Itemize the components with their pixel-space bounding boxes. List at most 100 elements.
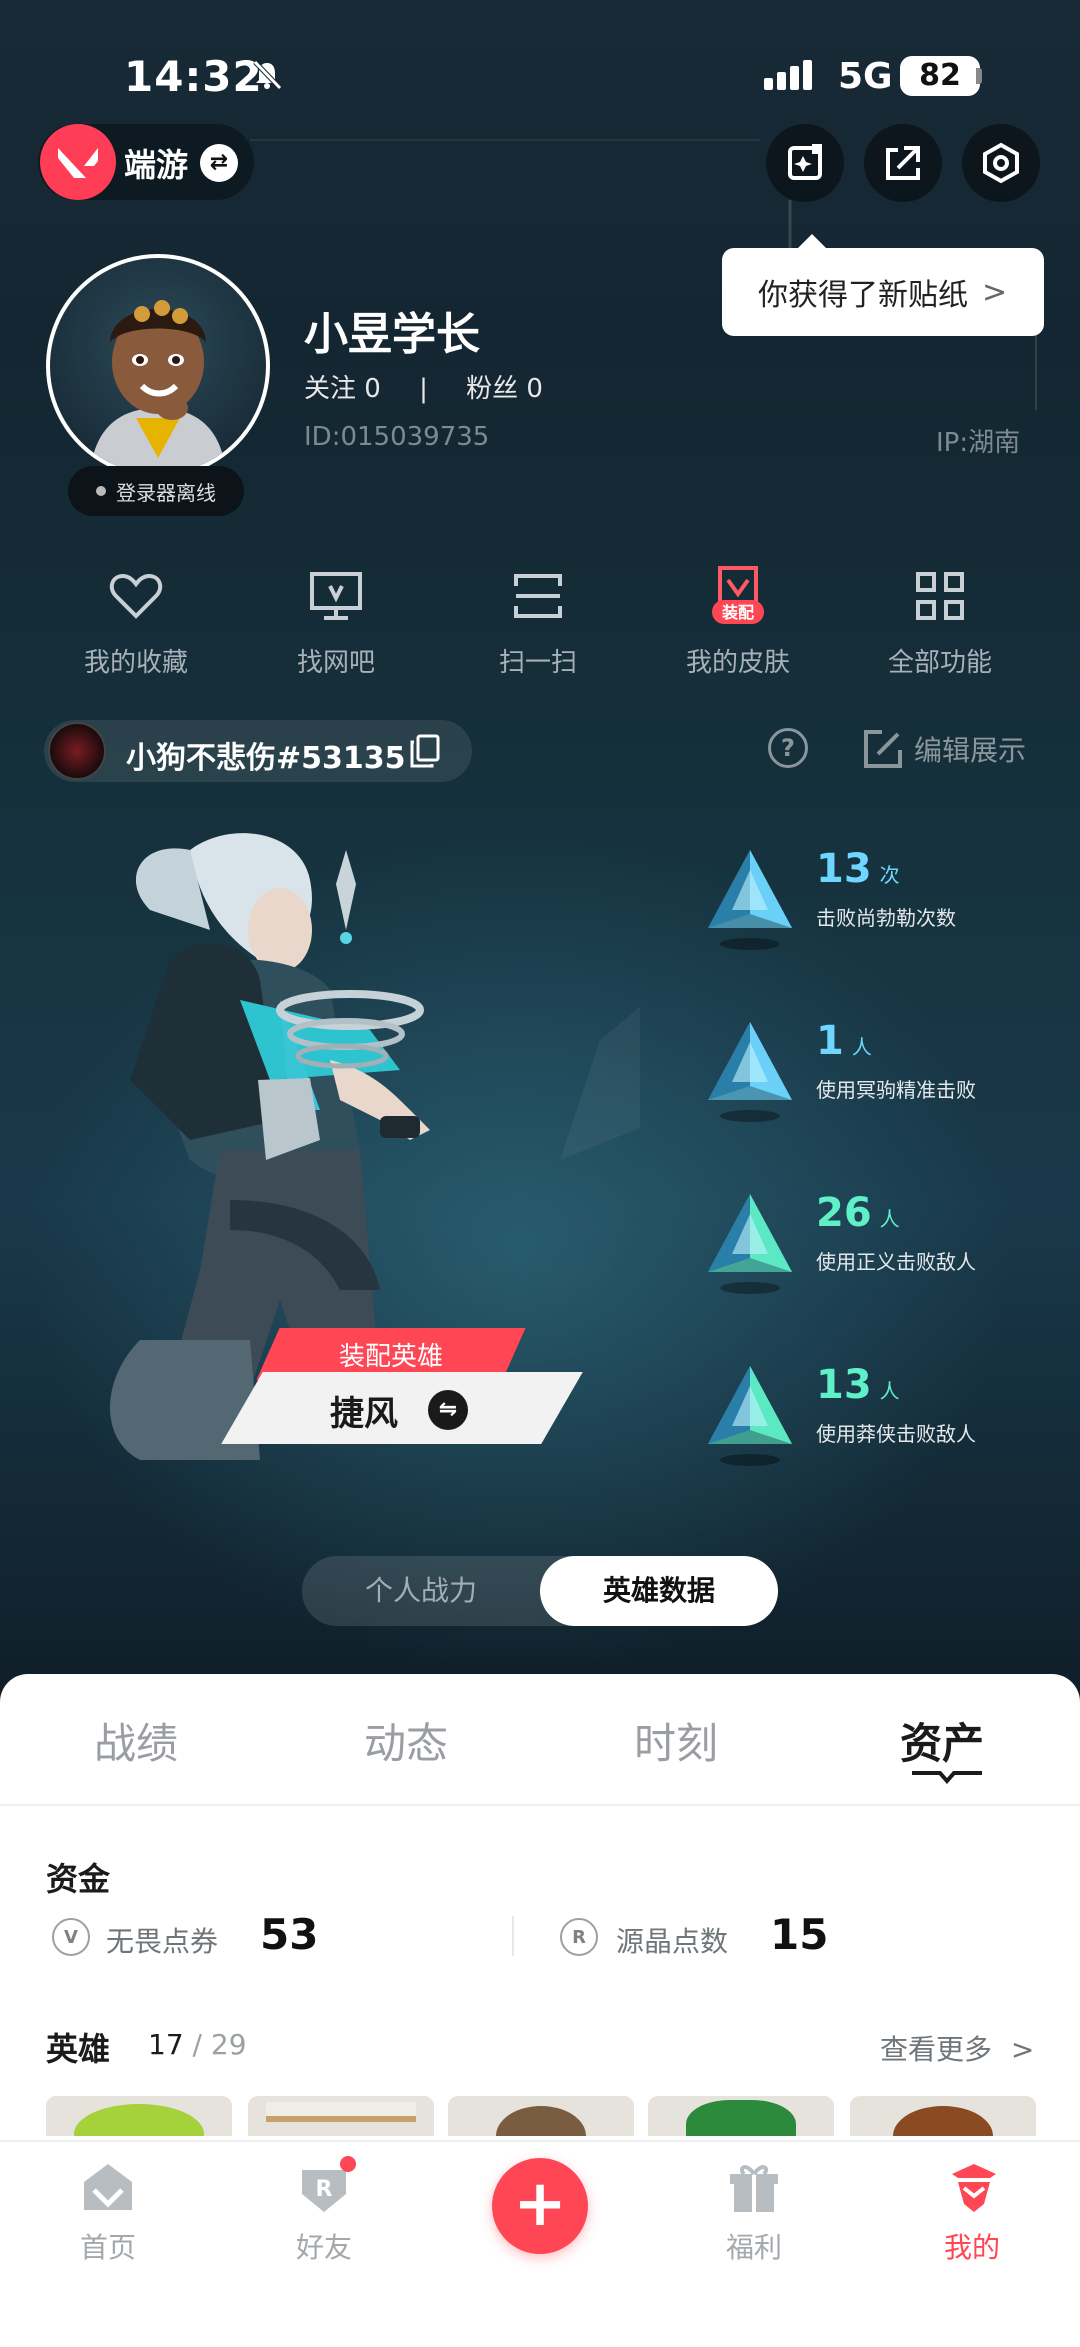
svg-text:R: R (316, 2177, 333, 2202)
help-icon[interactable]: ? (768, 728, 808, 768)
tab-activity[interactable]: 动态 (364, 1710, 448, 1771)
follow-separator: | (419, 374, 428, 404)
grid-icon (916, 572, 964, 620)
hero-name-box[interactable] (221, 1372, 583, 1444)
chevron-right-icon: > (982, 274, 1008, 310)
hero-swap-icon[interactable]: ⇋ (428, 1390, 468, 1430)
edit-display-button[interactable]: 编辑展示 (862, 728, 1026, 770)
nav-label: 福利 (725, 2231, 782, 2264)
chevron-right-icon: > (1010, 2033, 1035, 2066)
radianite-points-icon: R (560, 1918, 598, 1956)
stat-unit: 人 (879, 1207, 900, 1231)
launcher-status-badge: 登录器离线 (68, 466, 244, 516)
nav-label: 好友 (295, 2231, 352, 2264)
edit-icon (864, 730, 902, 768)
network-type: 5G (838, 56, 893, 97)
following-count[interactable]: 关注 0 (304, 374, 381, 404)
nav-profile[interactable]: 我的 (902, 2160, 1042, 2266)
monitor-icon (310, 572, 362, 620)
shortcut-label: 找网吧 (296, 648, 375, 678)
scan-icon (514, 574, 562, 618)
fans-count[interactable]: 粉丝 0 (466, 374, 543, 404)
avatar[interactable] (46, 254, 270, 478)
nav-friends[interactable]: R 好友 (254, 2156, 394, 2266)
shortcut-all-functions[interactable]: 全部功能 (850, 566, 1030, 679)
avatar-character-illustration (90, 300, 226, 474)
notification-dot (340, 2156, 356, 2172)
battery-icon (976, 68, 982, 84)
sticker-button[interactable] (766, 124, 844, 202)
hero-card[interactable] (648, 2096, 834, 2136)
new-sticker-tooltip[interactable]: 你获得了新贴纸 > (722, 234, 1044, 336)
hero-portrait (74, 2104, 204, 2136)
hero-name: 捷风 (330, 1394, 398, 1434)
copy-icon[interactable] (408, 734, 442, 768)
stat-value: 26 人 (816, 1190, 900, 1236)
nav-label: 我的 (943, 2231, 1000, 2264)
nav-benefits[interactable]: 福利 (684, 2160, 824, 2266)
status-time: 14:32 (124, 52, 263, 101)
shortcut-my-skins[interactable]: 装配 我的皮肤 (648, 566, 828, 679)
valorant-logo-icon (40, 124, 116, 200)
funds-title: 资金 (46, 1860, 111, 1898)
fund-value: 15 (770, 1910, 829, 1959)
nav-home[interactable]: 首页 (38, 2160, 178, 2266)
view-more-link[interactable]: 查看更多 > (880, 2028, 1034, 2068)
skin-badge: 装配 (721, 603, 754, 622)
app-switch-label: 端游 (124, 146, 189, 184)
skin-icon: 装配 (712, 566, 764, 624)
settings-button[interactable] (962, 124, 1040, 202)
shortcut-label: 全部功能 (887, 648, 992, 678)
status-dot-icon (96, 486, 106, 496)
launcher-status-text: 登录器离线 (116, 480, 216, 505)
toggle-personal-power[interactable]: 个人战力 (302, 1556, 540, 1626)
hero-card[interactable] (448, 2096, 634, 2136)
signal-icon (764, 60, 816, 90)
active-tab-indicator (912, 1771, 982, 1784)
tab-assets[interactable]: 资产 (900, 1710, 984, 1771)
tab-record[interactable]: 战绩 (94, 1710, 178, 1771)
create-post-button[interactable]: + (492, 2158, 588, 2254)
fund-label: 源晶点数 (616, 1925, 729, 1958)
edit-display-label: 编辑展示 (914, 734, 1027, 767)
stat-crystal-icon (708, 1022, 792, 1122)
stat-label: 使用莽侠击败敌人 (816, 1422, 976, 1446)
settings-hexagon-icon (983, 142, 1019, 184)
shortcut-scan[interactable]: 扫一扫 (448, 566, 628, 679)
hero-card[interactable] (248, 2096, 434, 2136)
game-account-name: 小狗不悲伤#53135 (126, 741, 406, 776)
stat-label: 击败尚勃勒次数 (816, 906, 956, 930)
stat-number: 26 (816, 1190, 872, 1236)
heroes-total: / 29 (183, 2028, 247, 2061)
stat-unit: 人 (851, 1035, 872, 1059)
toggle-hero-data[interactable]: 英雄数据 (540, 1556, 778, 1626)
equip-hero-label: 装配英雄 (338, 1342, 443, 1372)
shortcut-favorites[interactable]: 我的收藏 (46, 566, 226, 679)
share-icon (886, 146, 920, 180)
heroes-count: 17 / 29 (148, 2028, 247, 2061)
hero-portrait (266, 2102, 416, 2122)
stat-unit: 次 (879, 863, 900, 887)
hero-portrait (686, 2100, 796, 2136)
stat-label: 使用冥驹精准击败 (816, 1078, 976, 1102)
heart-icon (109, 573, 163, 619)
tabs-divider (0, 1804, 1080, 1806)
stat-unit: 人 (879, 1379, 900, 1403)
shortcut-label: 我的皮肤 (685, 648, 790, 678)
hero-card[interactable] (46, 2096, 232, 2136)
game-account-avatar (48, 722, 106, 780)
hero-card[interactable] (850, 2096, 1036, 2136)
tab-moments[interactable]: 时刻 (634, 1710, 718, 1771)
stat-crystal-icon (708, 850, 792, 950)
heroes-owned: 17 (148, 2028, 184, 2061)
share-button[interactable] (864, 124, 942, 202)
shortcut-find-netcafe[interactable]: 找网吧 (246, 566, 426, 679)
fund-value: 53 (260, 1910, 319, 1959)
nav-label: 首页 (79, 2231, 136, 2264)
hero-portrait (893, 2106, 993, 2136)
fund-label: 无畏点券 (106, 1925, 219, 1958)
stat-value: 13 人 (816, 1362, 900, 1408)
tooltip-text: 你获得了新贴纸 (758, 278, 968, 313)
user-id: ID:015039735 (304, 422, 490, 452)
view-more-label: 查看更多 (880, 2033, 993, 2066)
